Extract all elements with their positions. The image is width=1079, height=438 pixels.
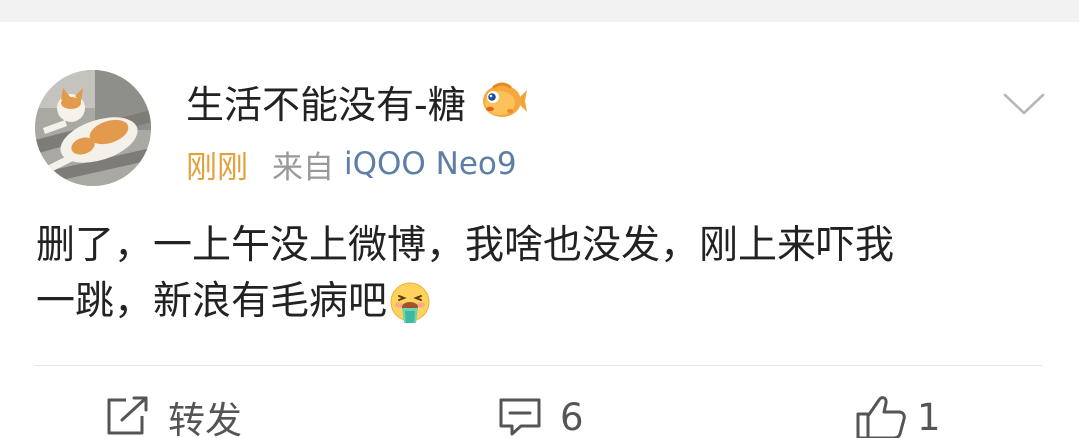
- username-row: 生活不能没有-糖: [186, 75, 528, 127]
- post-content-line: 一跳，新浪有毛病吧: [36, 274, 1046, 330]
- chevron-down-icon[interactable]: [1003, 92, 1045, 116]
- post-meta: 刚刚 来自 iQOO Neo9: [186, 142, 517, 186]
- fish-badge-icon: [482, 82, 527, 117]
- repost-button[interactable]: 转发: [104, 392, 242, 438]
- post-content: 删了，一上午没上微博，我啥也没发，刚上来吓我 一跳，新浪有毛病吧: [36, 218, 1046, 330]
- divider: [35, 365, 1043, 366]
- thumbs-up-icon: [856, 396, 906, 438]
- vomit-face-emoji: [390, 282, 430, 323]
- like-count: 1: [917, 395, 941, 438]
- weibo-post-card: 生活不能没有-糖 刚刚 来自 iQOO Neo9 删了，一上午没上微博，我啥也没…: [0, 0, 1079, 438]
- source-device-link[interactable]: iQOO Neo9: [344, 146, 517, 182]
- repost-label: 转发: [168, 399, 242, 438]
- comment-count: 6: [560, 395, 584, 438]
- repost-icon: [107, 396, 148, 435]
- like-button[interactable]: 1: [855, 392, 941, 438]
- source-prefix: 来自: [272, 149, 334, 186]
- post-content-line: 删了，一上午没上微博，我啥也没发，刚上来吓我: [36, 223, 895, 268]
- post-content-text: 一跳，新浪有毛病吧: [36, 279, 388, 324]
- top-separator-band: [0, 0, 1079, 22]
- avatar[interactable]: [35, 70, 151, 186]
- comment-icon: [499, 398, 541, 436]
- username[interactable]: 生活不能没有-糖: [186, 74, 466, 129]
- comment-button[interactable]: 6: [498, 392, 584, 438]
- avatar-cat-image: [35, 70, 151, 186]
- post-time: 刚刚: [186, 149, 248, 186]
